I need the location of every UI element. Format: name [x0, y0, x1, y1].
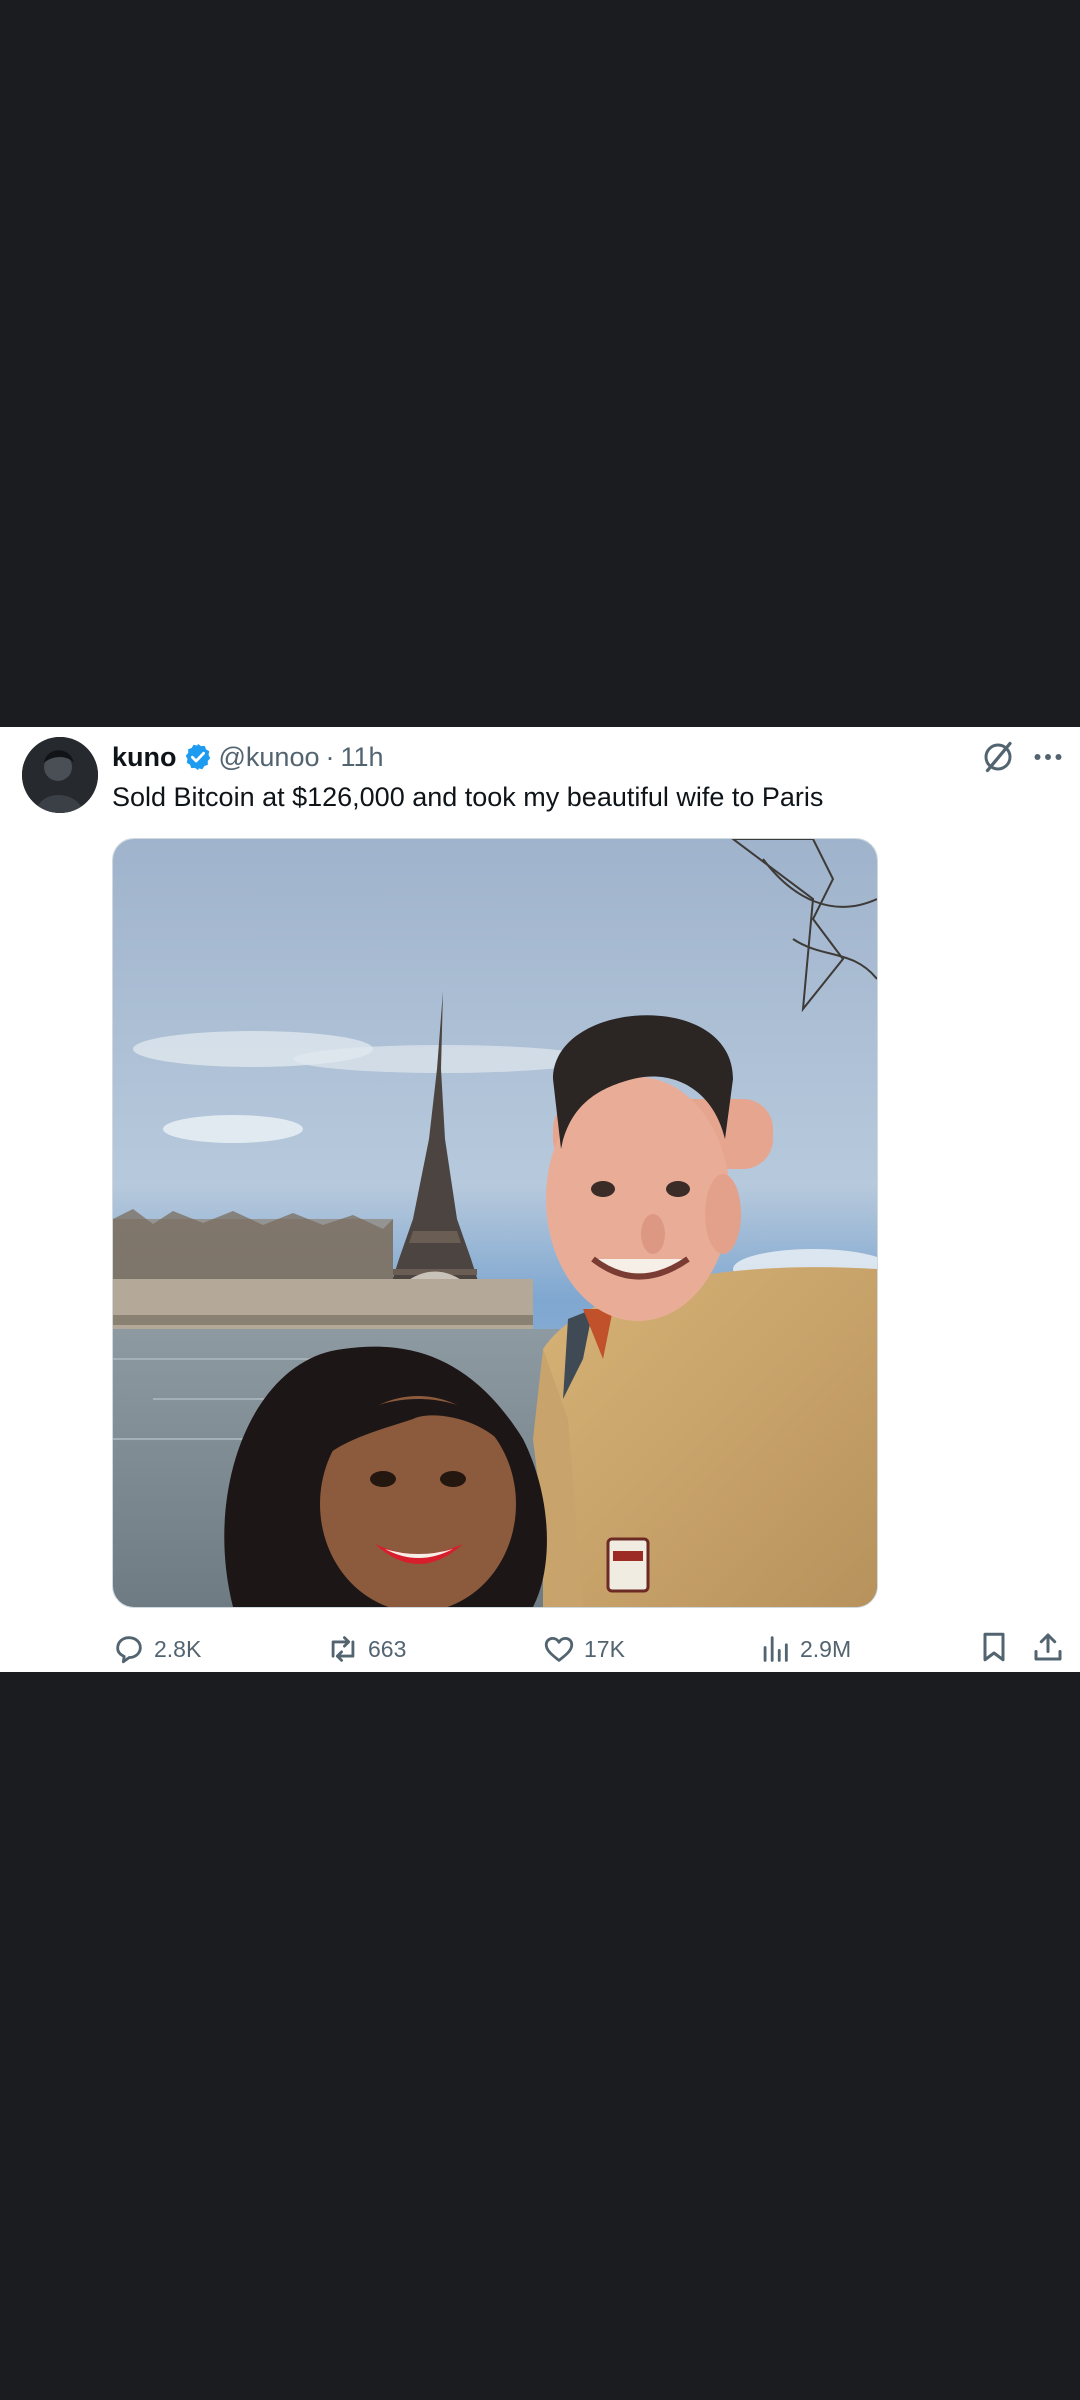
tweet-header: kuno @kunoo · 11h: [112, 739, 384, 775]
bottom-background: [0, 1672, 1080, 2400]
share-icon[interactable]: [1030, 1629, 1066, 1665]
verified-badge-icon: [183, 742, 213, 772]
like-icon: [544, 1636, 574, 1662]
like-button[interactable]: 17K: [542, 1629, 625, 1669]
reply-count: 2.8K: [154, 1635, 202, 1662]
author-name[interactable]: kuno: [112, 742, 177, 773]
views-icon: [763, 1636, 788, 1662]
views-count: 2.9M: [800, 1635, 852, 1662]
repost-button[interactable]: 663: [326, 1629, 406, 1669]
separator-dot: ·: [325, 741, 335, 772]
reply-button[interactable]: 2.8K: [112, 1629, 201, 1669]
tweet-text: Sold Bitcoin at $126,000 and took my bea…: [112, 782, 824, 812]
repost-icon: [331, 1636, 355, 1662]
repost-count: 663: [368, 1635, 407, 1662]
more-icon[interactable]: [1030, 739, 1066, 775]
tweet-card[interactable]: kuno @kunoo · 11h Sold Bitcoin at $126,0…: [0, 727, 1080, 1672]
avatar[interactable]: [22, 737, 98, 813]
timestamp[interactable]: 11h: [340, 742, 383, 773]
bookmark-icon[interactable]: [976, 1629, 1012, 1665]
views-button[interactable]: 2.9M: [758, 1629, 851, 1669]
reply-icon: [116, 1636, 142, 1664]
top-background: [0, 0, 1080, 727]
tweet-photo[interactable]: [112, 838, 878, 1608]
author-handle[interactable]: @kunoo: [219, 742, 320, 773]
grok-icon[interactable]: [980, 739, 1016, 775]
like-count: 17K: [584, 1635, 625, 1662]
